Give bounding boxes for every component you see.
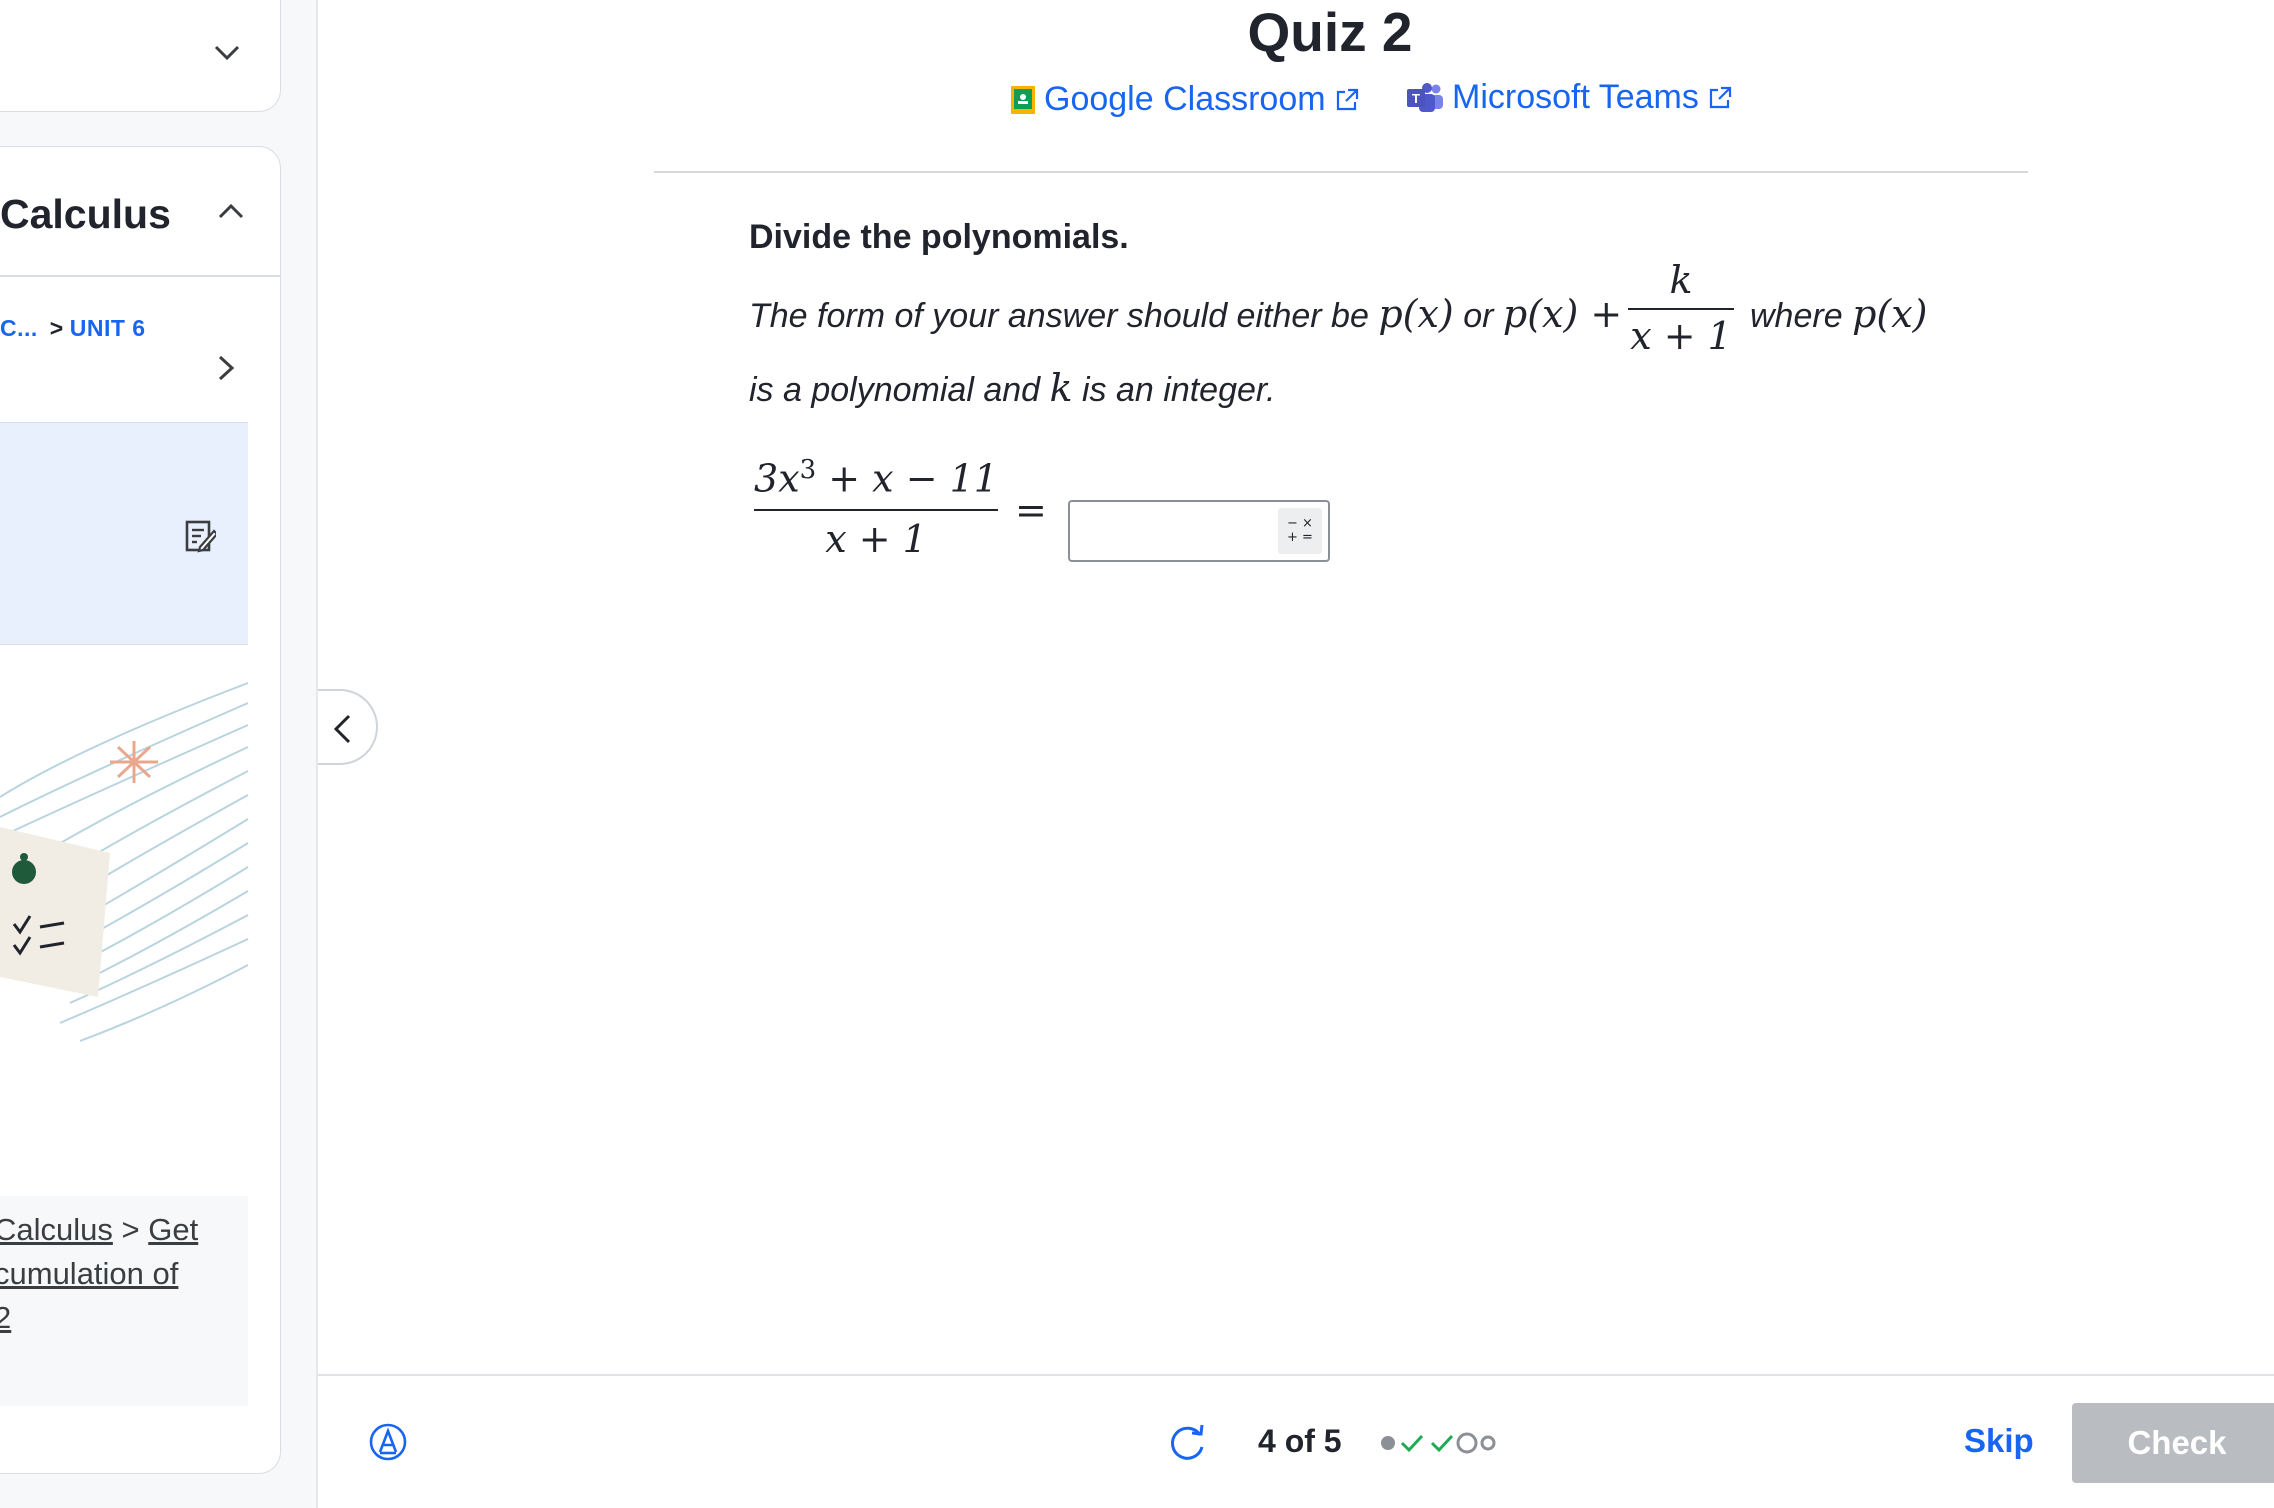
math-fraction-k-over-x-plus-1: k x + 1 [1628,258,1734,358]
accessibility-icon[interactable] [368,1422,408,1462]
fraction-denominator: x + 1 [1630,314,1732,358]
progress-step-correct-icon [1430,1434,1454,1453]
footer-divider [318,1374,2274,1376]
crumb-get-link[interactable]: Get [148,1212,198,1247]
google-classroom-icon [1011,85,1035,114]
google-classroom-share-link[interactable]: Google Classroom [1010,80,1360,119]
sidebar-top-card [0,0,281,112]
progress-step-correct-icon [1400,1434,1424,1453]
google-classroom-label: Google Classroom [1044,80,1326,118]
equals-sign: = [1015,488,1047,532]
math-keypad-toggle-button[interactable]: − × + = [1278,508,1322,554]
progress-step-upcoming [1480,1435,1496,1451]
microsoft-teams-share-link[interactable]: T Microsoft Teams [1406,78,1733,117]
expression-denominator: x + 1 [825,516,927,561]
instruction-text: is an integer. [1082,371,1276,409]
numerator-term: 3x [754,456,800,501]
crumb-separator: > [121,1212,140,1247]
numerator-tail: + x − 11 [828,456,998,501]
divider [654,171,2028,173]
progress-indicator [1381,1432,1496,1454]
skip-button[interactable]: Skip [1964,1422,2034,1460]
chevron-up-icon[interactable] [216,199,246,223]
progress-text: 4 of 5 [1258,1423,1342,1459]
math-p-of-x: p(x) [1378,292,1454,336]
chevron-right-icon[interactable] [214,353,238,383]
instruction-text: is a polynomial and [749,371,1041,409]
svg-text:T: T [1412,91,1420,106]
divider [0,275,280,277]
question-prompt: Divide the polynomials. [749,218,1129,256]
instruction-text: The form of your answer should either be [749,297,1369,335]
check-button[interactable]: Check [2072,1403,2274,1483]
progress-step-answered [1381,1436,1395,1450]
expression-numerator: 3x3 + x − 11 [754,455,998,501]
course-title[interactable]: Calculus [0,191,171,238]
answer-input[interactable]: − × + = [1068,500,1330,562]
question-instruction-tail: where p(x) [1750,292,1927,336]
sidebar-item-quiz-active[interactable] [0,422,248,645]
microsoft-teams-icon: T [1407,82,1443,112]
progress-step-current [1456,1432,1478,1454]
quiz-main: Quiz 2 Google Classroom T Microsoft Team… [318,0,2274,1508]
polynomial-expression: 3x3 + x − 11 x + 1 [754,455,998,561]
chevron-left-icon [333,714,351,744]
numerator-exponent: 3 [799,455,817,485]
unit-illustration [0,682,249,1042]
question-instruction-line2: is a polynomial and k is an integer. [749,366,1275,410]
keypad-icon: − × + = [1287,516,1313,545]
fraction-numerator: k [1669,258,1693,302]
crumb-lesson-link-end[interactable]: 2 [0,1300,11,1335]
breadcrumb-course-link[interactable]: C... [0,315,38,341]
math-k: k [1049,366,1073,410]
restart-icon[interactable] [1166,1421,1208,1463]
crumb-calculus-link[interactable]: Calculus [0,1212,113,1247]
breadcrumb-unit-link[interactable]: UNIT 6 [70,315,146,341]
external-link-icon [1336,88,1358,110]
quiz-edit-icon [185,520,216,553]
math-p-of-x-plus: p(x) + [1502,292,1623,336]
breadcrumb: C... > UNIT 6 [0,315,146,342]
microsoft-teams-label: Microsoft Teams [1452,78,1699,116]
chevron-down-icon[interactable] [212,41,242,65]
sidebar-unit-card: Calculus C... > UNIT 6 Calculus > Get cu… [0,146,281,1474]
external-link-icon [1709,86,1731,108]
instruction-text: where [1750,297,1843,335]
page-title: Quiz 2 [1247,1,1413,63]
question-instruction: The form of your answer should either be… [749,292,1622,336]
breadcrumb-separator: > [49,315,64,341]
math-p-of-x: p(x) [1852,292,1928,336]
crumb-lesson-link[interactable]: cumulation of [0,1256,178,1291]
instruction-text: or [1463,297,1494,335]
unit-breadcrumb-box: Calculus > Get cumulation of 2 [0,1196,248,1406]
